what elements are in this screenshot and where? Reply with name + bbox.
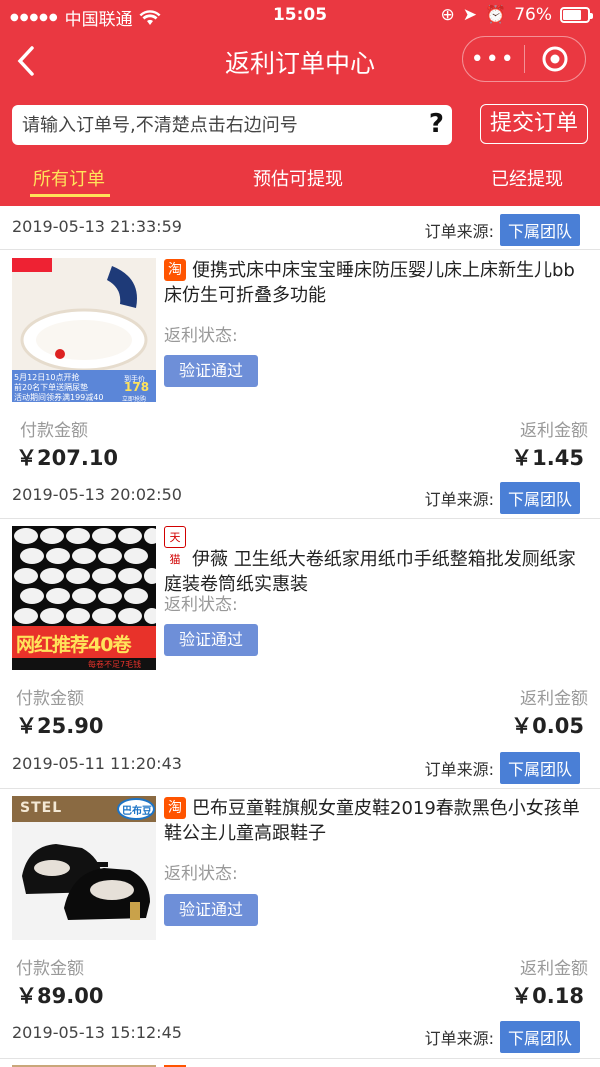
order-date: 2019-05-11 11:20:43 (12, 754, 182, 773)
product-title-text: 巴布豆童鞋旗舰女童皮鞋2019春款黑色小女孩单鞋公主儿童高跟鞋子 (164, 798, 580, 844)
source-badge: 下属团队 (499, 1021, 580, 1053)
rebate-amount: ￥0.18 (511, 984, 584, 1008)
location-icon: ➤ (462, 5, 478, 25)
divider (0, 1058, 600, 1059)
product-title-text: 伊薇 卫生纸大卷纸家用纸巾手纸整箱批发厕纸家庭装卷筒纸实惠装 (164, 549, 576, 595)
pay-amount: ￥89.00 (16, 984, 104, 1008)
tab-estimated-withdrawable[interactable]: 预估可提现 (253, 165, 343, 191)
product-title-text: 便携式床中床宝宝睡床防压婴儿床上床新生儿bb床仿生可折叠多功能 (164, 260, 575, 306)
product-title[interactable]: 淘便携式床中床宝宝睡床防压婴儿床上床新生儿bb床仿生可折叠多功能 (164, 258, 584, 308)
navbar: 返利订单中心 ••• (0, 32, 600, 90)
active-tab-indicator (30, 194, 110, 197)
mini-program-capsule: ••• (462, 36, 586, 82)
submit-order-button[interactable]: 提交订单 (480, 104, 588, 144)
rotation-lock-icon: ⊕ (440, 5, 455, 25)
pay-amount: ￥207.10 (16, 446, 119, 470)
pay-amount-label: 付款金额 (20, 421, 88, 441)
source-badge: 下属团队 (499, 752, 580, 784)
source-badge: 下属团队 (499, 482, 580, 514)
tab-bar: 所有订单 预估可提现 已经提现 (0, 155, 600, 203)
promo-text: 每卷不足7毛钱 (88, 660, 142, 669)
order-source: 订单来源: 下属团队 (425, 752, 580, 784)
order-card: 2019-05-13 20:02:50 订单来源: 下属团队 网红推荐40卷 每… (0, 476, 600, 746)
more-icon[interactable]: ••• (463, 47, 524, 72)
source-label: 订单来源: (424, 222, 494, 241)
tab-all-orders[interactable]: 所有订单 (33, 165, 105, 191)
rebate-amount-label: 返利金额 (520, 689, 588, 709)
close-miniprogram-icon[interactable] (525, 45, 586, 73)
divider (0, 788, 600, 789)
order-number-input[interactable] (22, 105, 422, 145)
product-title[interactable]: 淘巴布豆童鞋旗舰女童皮鞋2019春款黑色小女孩单鞋公主儿童高跟鞋子 (164, 796, 584, 846)
status-badge: 验证通过 (164, 624, 258, 656)
product-image[interactable]: STEL 巴布豆 (12, 796, 156, 940)
pay-amount-label: 付款金额 (16, 689, 84, 709)
source-badge: 下属团队 (499, 214, 580, 246)
status-bar: ●●●●● 中国联通 15:05 ⊕ ➤ ⏰ 76% (0, 0, 600, 32)
promo-price: 178 (124, 380, 150, 394)
rebate-amount: ￥0.05 (511, 714, 584, 738)
status-badge: 验证通过 (164, 894, 258, 926)
rebate-amount: ￥1.45 (511, 446, 584, 470)
header-area: ●●●●● 中国联通 15:05 ⊕ ➤ ⏰ 76% 返利订单中心 ••• ? … (0, 0, 600, 206)
product-image[interactable]: 5月12日10点开抢 前20名下单送隔尿垫 活动期间领券满199减40 到手价 … (12, 258, 156, 402)
tmall-icon: 天猫 (164, 526, 186, 566)
order-date: 2019-05-13 20:02:50 (12, 485, 182, 504)
order-source: 订单来源: 下属团队 (425, 214, 580, 246)
promo-text: 网红推荐40卷 (16, 634, 131, 656)
product-title[interactable]: 天猫 伊薇 卫生纸大卷纸家用纸巾手纸整箱批发厕纸家庭装卷筒纸实惠装 (164, 526, 584, 597)
taobao-icon: 淘 (164, 259, 186, 281)
order-source: 订单来源: 下属团队 (425, 1021, 580, 1053)
order-card: 2019-05-11 11:20:43 订单来源: 下属团队 STEL 巴布豆 … (0, 746, 600, 1016)
source-label: 订单来源: (424, 1029, 494, 1048)
status-badge: 验证通过 (164, 355, 258, 387)
source-label: 订单来源: (424, 760, 494, 779)
rebate-amount-label: 返利金额 (520, 421, 588, 441)
battery-icon (560, 7, 593, 23)
pay-amount: ￥25.90 (16, 714, 104, 738)
rebate-status-label: 返利状态: (164, 864, 238, 884)
rebate-status-label: 返利状态: (164, 595, 238, 615)
rebate-status-label: 返利状态: (164, 326, 238, 346)
product-image[interactable]: 网红推荐40卷 每卷不足7毛钱 (12, 526, 156, 670)
promo-text: 活动期间领券满199减40 (14, 393, 104, 402)
alarm-icon: ⏰ (485, 5, 507, 25)
taobao-icon: 淘 (164, 797, 186, 819)
source-label: 订单来源: (424, 490, 494, 509)
order-date: 2019-05-13 21:33:59 (12, 217, 182, 236)
promo-text: STEL (20, 800, 63, 816)
tab-withdrawn[interactable]: 已经提现 (491, 165, 563, 191)
brand-logo: 巴布豆 (122, 806, 152, 817)
rebate-amount-label: 返利金额 (520, 959, 588, 979)
order-card: 2019-05-13 21:33:59 订单来源: 下属团队 5月12日10点开… (0, 206, 600, 476)
pay-amount-label: 付款金额 (16, 959, 84, 979)
divider (0, 249, 600, 250)
promo-text: 立即抢购 (122, 396, 147, 402)
battery-percent: 76% (514, 5, 552, 25)
search-box: ? (12, 105, 452, 145)
order-date: 2019-05-13 15:12:45 (12, 1023, 182, 1042)
order-card: 2019-05-13 15:12:45 订单来源: 下属团队 (0, 1016, 600, 1067)
order-source: 订单来源: 下属团队 (425, 482, 580, 514)
help-icon[interactable]: ? (429, 109, 444, 139)
divider (0, 518, 600, 519)
